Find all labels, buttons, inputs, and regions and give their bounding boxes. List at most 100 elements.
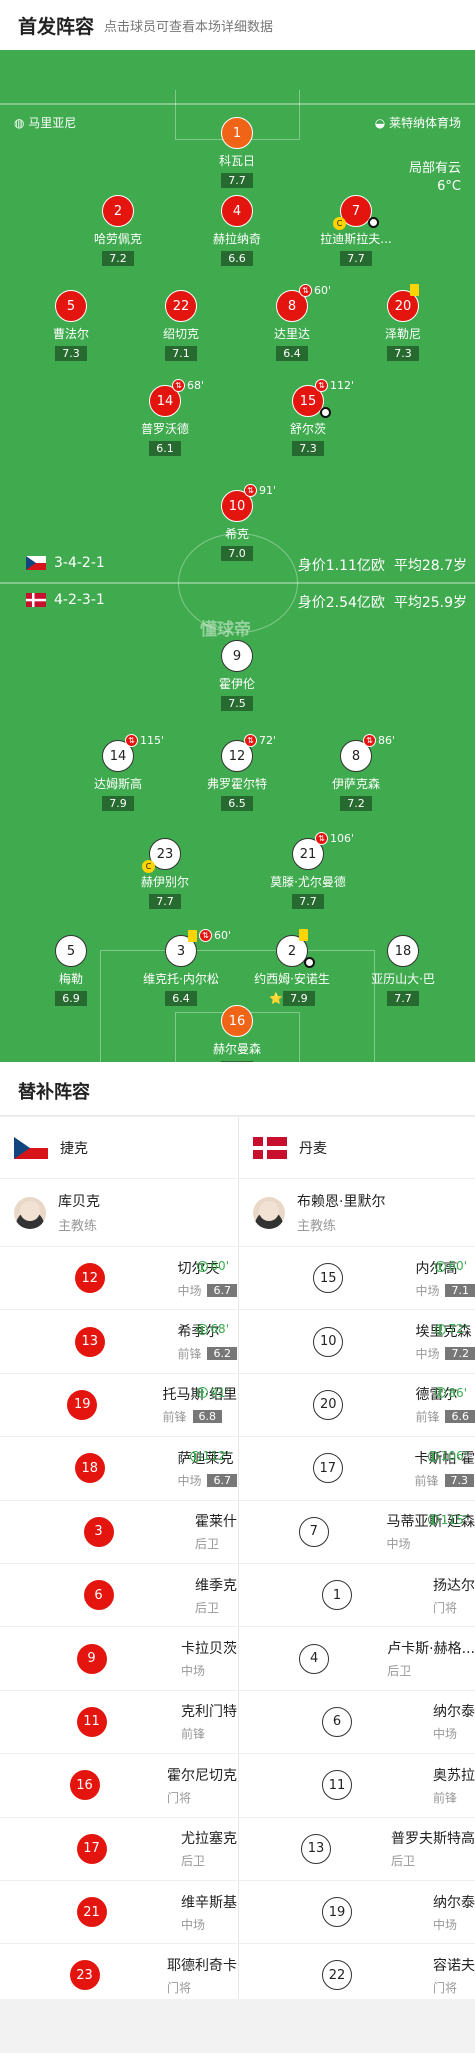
player-away[interactable]: 2 约西姆·安诺生 ⭐ 7.9 [237,929,347,1006]
player-rating: 7.7 [221,173,253,188]
player-number: 16 [221,1005,253,1037]
sub-in-event: 72' [435,1322,467,1336]
denmark-flag-icon [26,593,46,607]
weather-text: 局部有云 [408,161,461,176]
sub-player-row[interactable]: 1 扬达尔 门将 [239,1564,475,1628]
player-away[interactable]: 3 维克托·内尔松 6.4 ⇅ 60' [126,929,236,1006]
sub-player-row[interactable]: 10 埃里克森 中场 7.2 72' [239,1310,475,1374]
coach-name: 布赖恩·里默尔 [297,1194,386,1210]
player-home[interactable]: 8 达里达 6.4 ⇅ 60' [237,284,347,361]
substitution-icon: ⇅ [363,734,376,747]
sub-player-name: 普罗夫斯特高 [391,1831,475,1848]
player-away[interactable]: 14 达姆斯高 7.9 ⇅ 115' [63,734,173,811]
sub-player-row[interactable]: 4 卢卡斯·赫格... 后卫 [239,1627,475,1691]
player-home[interactable]: 20 泽勒尼 7.3 [348,284,458,361]
away-team-stats: 身价2.54亿欧 平均25.9岁 [297,595,467,611]
player-name: 莫滕·尤尔曼德 [270,875,346,889]
player-away[interactable]: 23 赫伊别尔 7.7 C [110,838,220,909]
sub-player-name: 奥苏拉 [433,1767,475,1784]
player-away[interactable]: 12 弗罗霍尔特 6.5 ⇅ 72' [182,734,292,811]
home-coach[interactable]: 库贝克 主教练 [0,1179,237,1247]
player-home[interactable]: 10 希克 7.0 ⇅ 91' [182,484,292,561]
sub-minute: 60' [214,929,232,942]
player-name: 绍切克 [162,327,199,341]
away-coach[interactable]: 布赖恩·里默尔 主教练 [239,1179,475,1247]
sub-player-number: 13 [301,1833,331,1864]
sub-player-row[interactable]: 9 卡拉贝茨 中场 [0,1627,237,1691]
sub-player-row[interactable]: 6 维季克 后卫 [0,1564,237,1628]
player-number: 18 [387,935,419,967]
player-home[interactable]: 22 绍切克 7.1 [126,290,236,361]
home-team-row: 3-4-2-1 [26,555,105,571]
player-home[interactable]: 1 科瓦日 7.7 [182,117,292,188]
player-rating: 6.5 [221,796,253,811]
sub-player-row[interactable]: 12 切尔夫 中场 6.7 60' [0,1247,237,1311]
player-name: 弗罗霍尔特 [206,777,267,791]
player-away[interactable]: 8 伊萨克森 7.2 ⇅ 86' [301,734,411,811]
sub-player-row[interactable]: 20 德雷尔 前锋 6.6 86' [239,1374,475,1438]
yellow-card-icon [410,284,419,296]
player-events [410,284,419,296]
sub-player-position: 前锋 [181,1727,206,1742]
player-events: ⇅ 106' [315,832,354,845]
sub-player-row[interactable]: 17 尤拉塞克 后卫 [0,1818,237,1881]
goal-ball-icon [368,217,379,228]
sub-minute: 91' [259,484,277,497]
sub-player-row[interactable]: 13 希季尔 前锋 6.2 68' [0,1310,237,1374]
sub-player-row[interactable]: 19 纳尔泰 中场 [239,1881,475,1945]
player-away[interactable]: 9 霍伊伦 7.5 [182,640,292,711]
sub-player-row[interactable]: 21 维辛斯基 中场 [0,1881,237,1945]
brand-logo: 懂球帝 [200,620,251,640]
player-rating: 7.2 [102,251,134,266]
sub-player-row[interactable]: 3 霍莱什 后卫 [0,1501,237,1564]
sub-player-row[interactable]: 19 托马斯·绍里 前锋 6.8 91' [0,1374,237,1438]
sub-in-event: 86' [435,1386,467,1400]
sub-minute: 68' [187,379,205,392]
sub-player-row[interactable]: 13 普罗夫斯特高 后卫 [239,1818,475,1881]
sub-player-row[interactable]: 11 奥苏拉 前锋 [239,1754,475,1818]
sub-player-row[interactable]: 17 卡斯帕·霍 前锋 7.3 106' [239,1437,475,1501]
player-home[interactable]: 14 普罗沃德 6.1 ⇅ 68' [110,379,220,456]
player-away[interactable]: 16赫尔曼森7.0 [182,1005,292,1062]
sub-player-row[interactable]: 6 纳尔泰 中场 [239,1691,475,1755]
player-name: 达里达 [273,327,310,341]
sub-minute: 106' [330,832,355,845]
sub-player-row[interactable]: 7 马蒂亚斯·延森 中场 115' [239,1501,475,1564]
player-rating: 6.6 [221,251,253,266]
sub-player-number: 10 [313,1326,344,1357]
temperature: 6°C [437,179,461,194]
sub-player-position: 后卫 [195,1537,220,1552]
czech-flag-icon [26,556,46,570]
player-home[interactable]: 4 赫拉纳奇 6.6 [182,195,292,266]
player-home[interactable]: 15 舒尔茨 7.3 ⇅ 112' [253,379,363,456]
home-subs-column: 捷克 库贝克 主教练 12 切尔夫 中场 6.7 60' 13 希季尔 前锋 6.2 68' 19 托马… [0,1117,237,2008]
sub-player-number: 22 [322,1960,352,1991]
sub-player-row[interactable]: 15 内尔高 中场 7.1 60' [239,1247,475,1311]
stadium-icon: ◒ [374,116,389,130]
player-name: 希克 [224,527,249,541]
sub-player-position: 前锋 [433,1790,458,1805]
sub-player-position: 中场 [415,1347,440,1362]
player-number: 5 [55,290,87,322]
player-home[interactable]: 7 拉迪斯拉夫... 7.7 C [301,195,411,266]
player-name: 霍伊伦 [218,677,255,691]
sub-player-row[interactable]: 16 霍尔尼切克 门将 [0,1754,237,1818]
player-home[interactable]: 2 哈劳佩克 7.2 [63,195,173,266]
sub-player-number: 23 [69,1960,100,1991]
sub-player-number: 17 [76,1833,107,1864]
player-number: 9 [221,640,253,672]
home-formation: 3-4-2-1 [54,555,105,571]
player-rating: 7.0 [221,546,253,561]
player-away[interactable]: 5 梅勒 6.9 [16,935,126,1006]
player-events: ⇅ 115' [125,734,164,747]
sub-in-icon [427,1450,439,1462]
sub-player-row[interactable]: 18 萨迪莱克 中场 6.7 112' [0,1437,237,1501]
player-name: 拉迪斯拉夫... [320,232,392,246]
player-home[interactable]: 5 曹法尔 7.3 [16,290,126,361]
player-away[interactable]: 21 莫滕·尤尔曼德 7.7 ⇅ 106' [253,832,363,909]
player-away[interactable]: 18 亚历山大·巴 7.7 [348,935,458,1006]
sub-player-number: 18 [74,1453,105,1484]
substitution-icon: ⇅ [244,484,257,497]
sub-player-row[interactable]: 11 克利门特 前锋 [0,1691,237,1755]
substitution-icon: ⇅ [299,284,312,297]
